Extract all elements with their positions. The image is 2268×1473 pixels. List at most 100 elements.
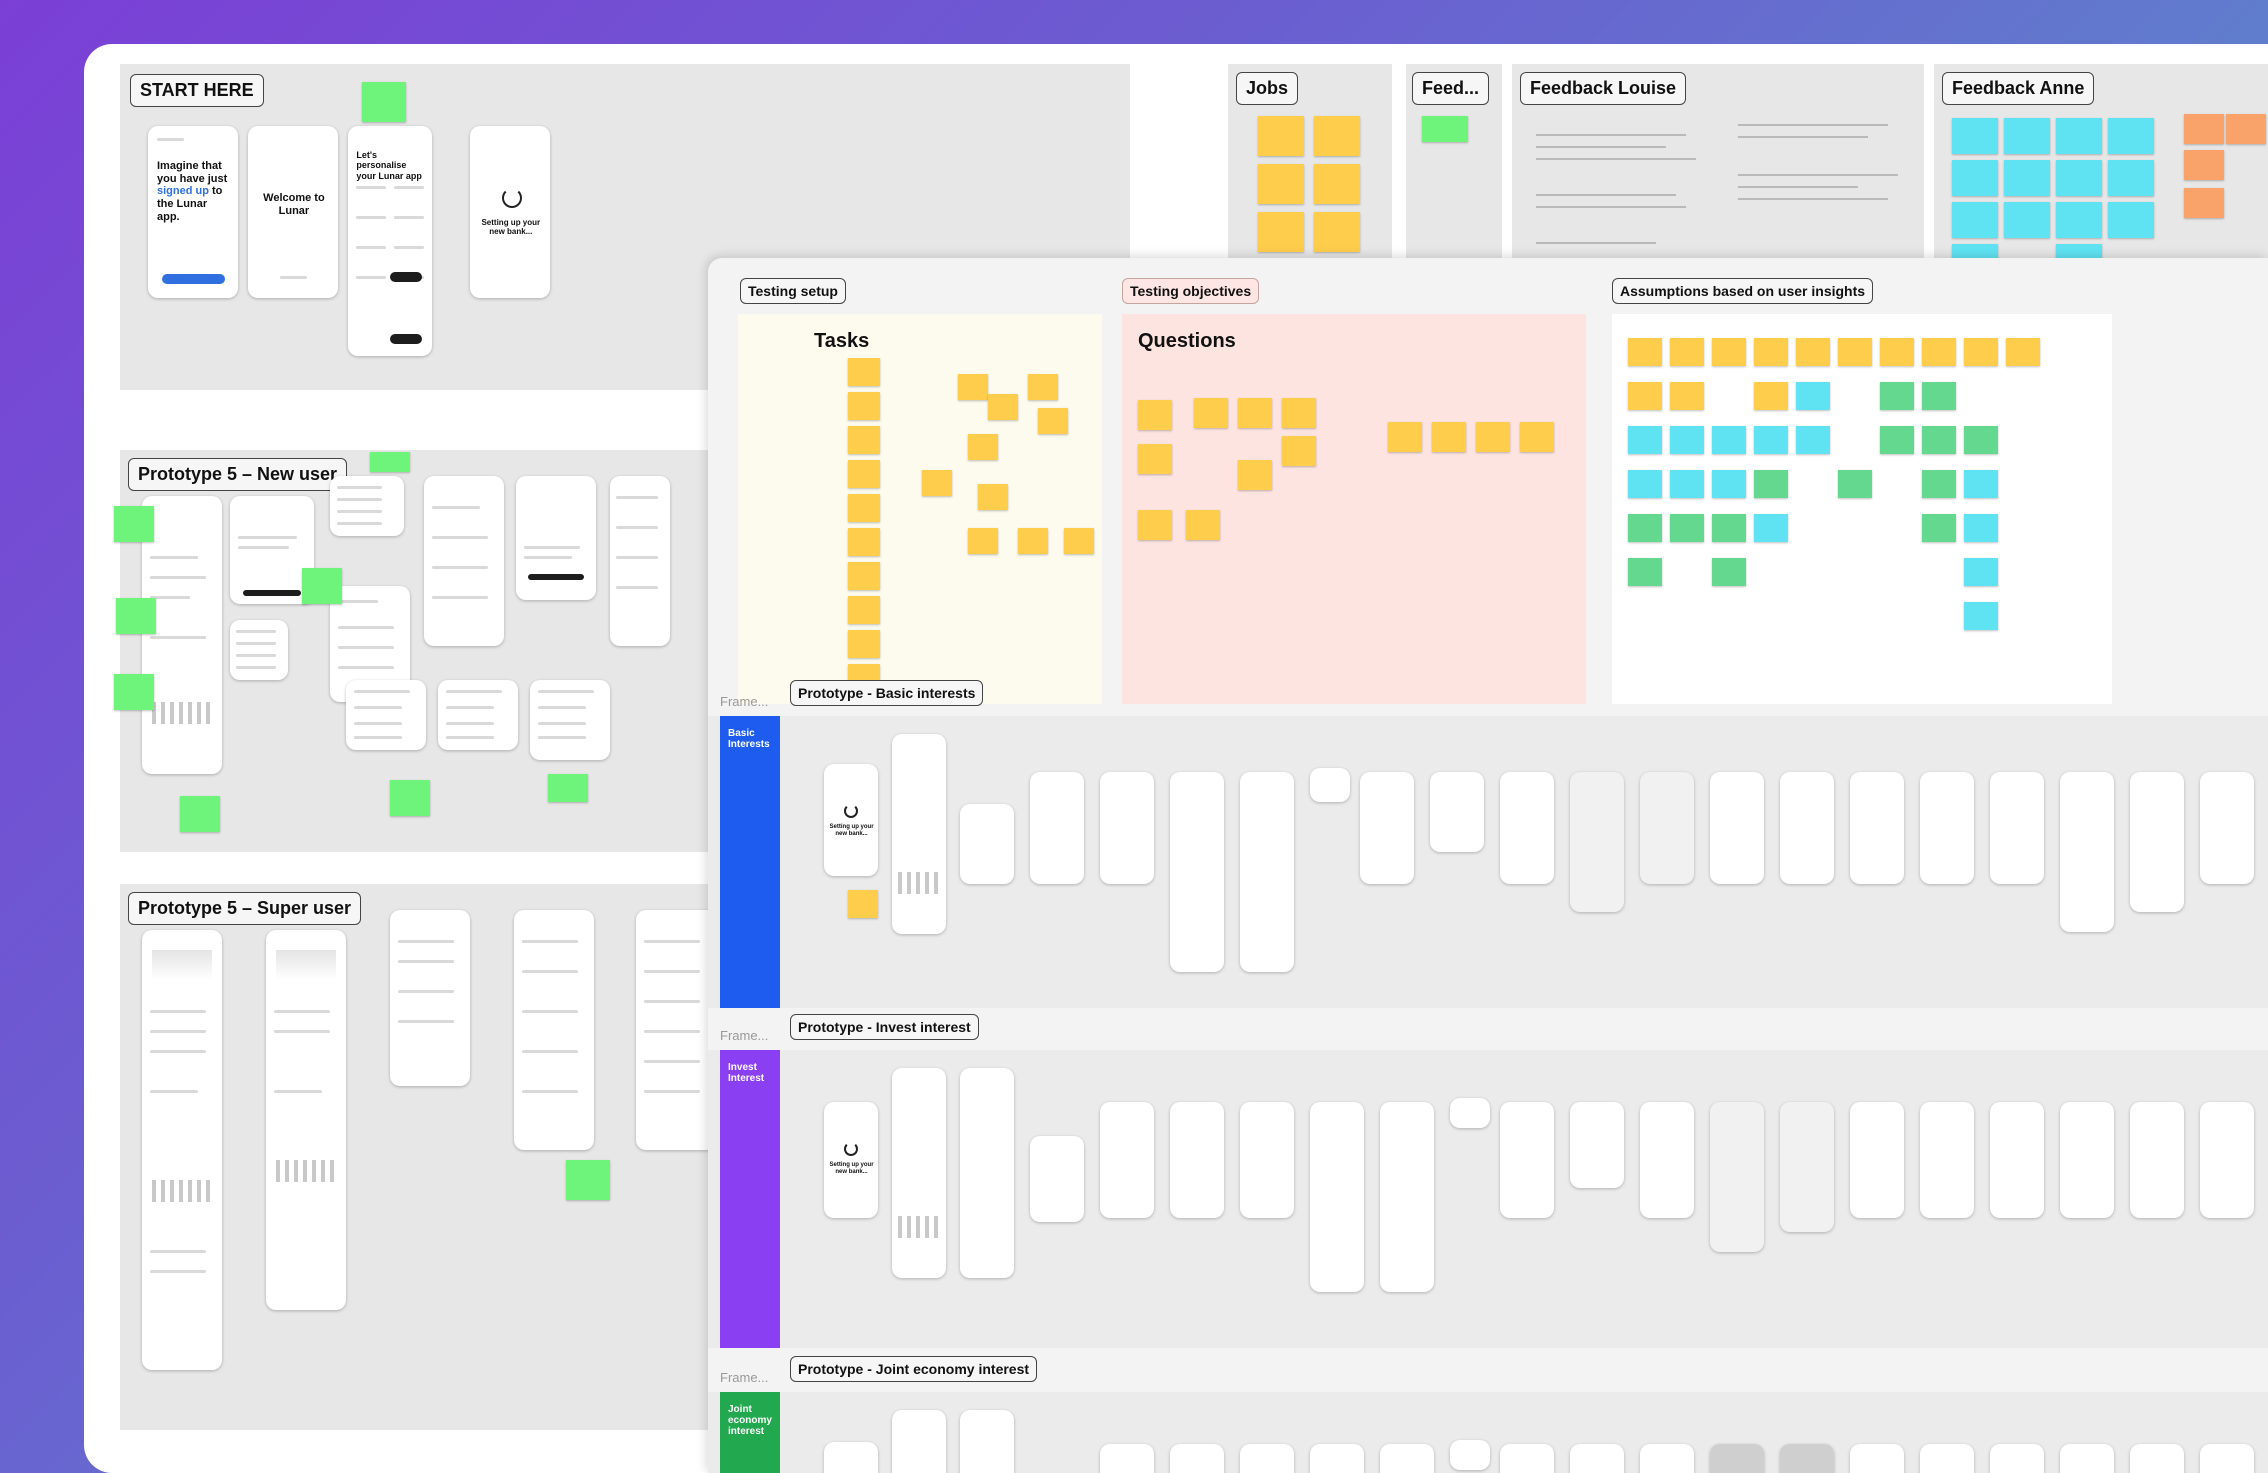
invest-interest-section: Invest Interest Setting up your new bank… [708, 1050, 2268, 1348]
joint-screen[interactable] [1780, 1444, 1834, 1473]
add-new-account-screen[interactable] [346, 680, 426, 750]
super-user-screen-2[interactable] [266, 930, 346, 1310]
basic-screen[interactable] [2200, 772, 2254, 884]
joint-screen[interactable] [892, 1410, 946, 1473]
joint-screen[interactable] [2130, 1444, 2184, 1473]
invest-screen[interactable] [2130, 1102, 2184, 1218]
invest-spinner-screen[interactable]: Setting up your new bank... [824, 1102, 878, 1218]
super-user-screen-3[interactable] [390, 910, 470, 1086]
joint-screen[interactable] [1310, 1444, 1364, 1473]
joint-screen[interactable] [824, 1442, 878, 1473]
new-user-screen-4[interactable] [424, 476, 504, 646]
basic-interests-label[interactable]: Prototype - Basic interests [790, 680, 984, 706]
feed-label[interactable]: Feed... [1412, 72, 1490, 105]
joint-screen[interactable] [1240, 1444, 1294, 1473]
invest-screen[interactable] [2200, 1102, 2254, 1218]
start-screen-2[interactable]: Welcome to Lunar [248, 126, 338, 298]
basic-screen[interactable] [2060, 772, 2114, 932]
basic-screen[interactable] [1780, 772, 1834, 884]
joint-screen[interactable] [960, 1410, 1014, 1473]
basic-screen[interactable] [1990, 772, 2044, 884]
super-user-screen-1[interactable] [142, 930, 222, 1370]
basic-screen[interactable] [2130, 772, 2184, 912]
basic-interests-strip-text: Basic Interests [728, 728, 770, 750]
super-user-screen-5[interactable] [636, 910, 716, 1150]
invest-screen[interactable] [1240, 1102, 1294, 1218]
basic-screen[interactable] [1100, 772, 1154, 884]
start-screen-1[interactable]: Imagine that you have just signed up to … [148, 126, 238, 298]
invest-screen[interactable] [1710, 1102, 1764, 1252]
joint-economy-label[interactable]: Prototype - Joint economy interest [790, 1356, 1038, 1382]
basic-screen[interactable] [1030, 772, 1084, 884]
new-user-screen-1[interactable] [142, 496, 222, 774]
basic-screen[interactable] [1310, 768, 1350, 802]
basic-screen[interactable] [1570, 772, 1624, 912]
prototype-super-user-label[interactable]: Prototype 5 – Super user [128, 892, 362, 925]
new-user-screen-5[interactable] [516, 476, 596, 600]
add-spending-account-screen[interactable] [438, 680, 518, 750]
basic-screen[interactable] [1710, 772, 1764, 884]
basic-screen[interactable] [892, 734, 946, 934]
new-user-menu[interactable] [230, 620, 288, 680]
joint-screen[interactable] [1450, 1440, 1490, 1470]
basic-screen[interactable] [1500, 772, 1554, 884]
invest-screen[interactable] [1990, 1102, 2044, 1218]
joint-screen[interactable] [2060, 1444, 2114, 1473]
basic-screen[interactable] [1430, 772, 1484, 852]
basic-screen[interactable] [1850, 772, 1904, 884]
joint-screen[interactable] [1570, 1444, 1624, 1473]
prototype-new-user-label[interactable]: Prototype 5 – New user [128, 458, 348, 491]
basic-screen[interactable] [1360, 772, 1414, 884]
joint-screen[interactable] [1990, 1444, 2044, 1473]
invest-screen[interactable] [1030, 1136, 1084, 1222]
invest-screen[interactable] [1450, 1098, 1490, 1128]
invest-screen[interactable] [1780, 1102, 1834, 1232]
invest-screen[interactable] [1310, 1102, 1364, 1292]
invest-screen[interactable] [1100, 1102, 1154, 1218]
invest-screen[interactable] [1500, 1102, 1554, 1218]
invest-screen[interactable] [1920, 1102, 1974, 1218]
jobs-label[interactable]: Jobs [1236, 72, 1299, 105]
sticky-note[interactable] [362, 82, 406, 122]
joint-screen[interactable] [1850, 1444, 1904, 1473]
feedback-anne-label[interactable]: Feedback Anne [1942, 72, 2095, 105]
basic-screen[interactable] [1240, 772, 1294, 972]
testing-setup-label[interactable]: Testing setup [740, 278, 846, 304]
joint-screen[interactable] [1100, 1444, 1154, 1473]
new-user-screen-3[interactable] [330, 476, 404, 536]
joint-screen[interactable] [1920, 1444, 1974, 1473]
joint-screen[interactable] [2200, 1444, 2254, 1473]
assumptions-label[interactable]: Assumptions based on user insights [1612, 278, 1874, 304]
welcome-to-lunar-text: Welcome to Lunar [263, 192, 325, 217]
invest-interest-label[interactable]: Prototype - Invest interest [790, 1014, 979, 1040]
start-screen-3[interactable]: Let's personalise your Lunar app [348, 126, 432, 356]
start-prototype-button[interactable] [161, 274, 225, 284]
basic-screen[interactable] [1920, 772, 1974, 884]
invest-screen[interactable] [1640, 1102, 1694, 1218]
basic-spinner-screen[interactable]: Setting up your new bank... [824, 764, 878, 876]
add-savings-account-screen[interactable] [530, 680, 610, 760]
basic-screen[interactable] [960, 804, 1014, 884]
feedback-louise-label[interactable]: Feedback Louise [1520, 72, 1687, 105]
invest-screen[interactable] [1570, 1102, 1624, 1188]
testing-objectives-label[interactable]: Testing objectives [1122, 278, 1260, 304]
basic-screen[interactable] [1640, 772, 1694, 884]
new-user-screen-6[interactable] [610, 476, 670, 646]
start-screen-4[interactable]: Setting up your new bank... [470, 126, 550, 298]
joint-screen[interactable] [1170, 1444, 1224, 1473]
feedback-anne-section: Feedback Anne [1934, 64, 2268, 274]
invest-screen[interactable] [960, 1068, 1014, 1278]
joint-screen[interactable] [1640, 1444, 1694, 1473]
super-user-screen-4[interactable] [514, 910, 594, 1150]
joint-screen[interactable] [1380, 1444, 1434, 1473]
basic-screen[interactable] [1170, 772, 1224, 972]
joint-screen[interactable] [1500, 1444, 1554, 1473]
invest-screen[interactable] [892, 1068, 946, 1278]
invest-screen[interactable] [2060, 1102, 2114, 1218]
invest-screen[interactable] [1380, 1102, 1434, 1292]
invest-screen[interactable] [1850, 1102, 1904, 1218]
canvas-board-testing[interactable]: Testing setup Testing objectives Assumpt… [708, 258, 2268, 1473]
invest-screen[interactable] [1170, 1102, 1224, 1218]
joint-screen[interactable] [1710, 1444, 1764, 1473]
start-here-label[interactable]: START HERE [130, 74, 264, 107]
